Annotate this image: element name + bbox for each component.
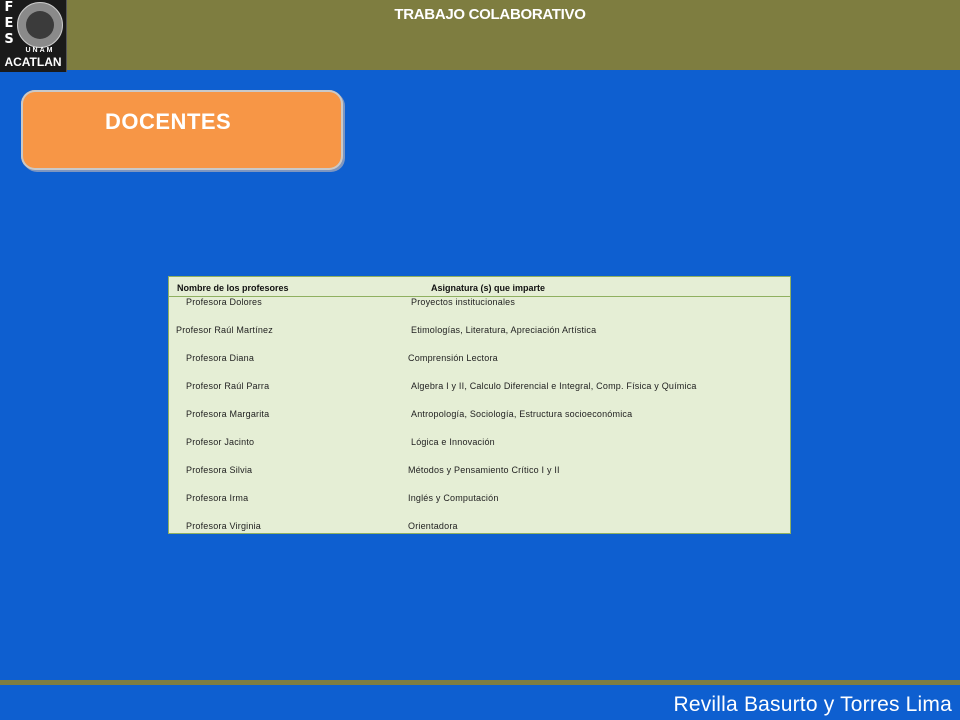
teachers-table: Nombre de los profesores Asignatura (s) …	[168, 276, 791, 534]
table-row: Profesora Margarita Antropología, Sociol…	[169, 409, 790, 423]
teacher-subject: Algebra I y II, Calculo Diferencial e In…	[411, 381, 697, 391]
teacher-name: Profesor Raúl Martínez	[176, 325, 273, 335]
table-row: Profesor Raúl Parra Algebra I y II, Calc…	[169, 381, 790, 395]
section-title: DOCENTES	[105, 109, 232, 134]
section-title-box: DOCENTES	[21, 90, 343, 170]
table-row: Profesora Virginia Orientadora	[169, 521, 790, 535]
logo-letter-f: F	[4, 0, 14, 15]
teacher-subject: Métodos y Pensamiento Crítico I y II	[408, 465, 560, 475]
logo-unam-text: UNAM	[25, 47, 55, 54]
teacher-subject: Comprensión Lectora	[408, 353, 498, 363]
teacher-subject: Orientadora	[408, 521, 458, 531]
teacher-name: Profesora Diana	[186, 353, 255, 363]
teacher-name: Profesora Virginia	[186, 521, 261, 531]
unam-seal-icon	[17, 2, 63, 48]
header-title: TRABAJO COLABORATIVO	[394, 6, 586, 23]
teacher-name: Profesora Irma	[186, 493, 249, 503]
fes-acatlan-logo: F E S UNAM ACATLAN	[0, 0, 67, 72]
table-row: Profesor Jacinto Lógica e Innovación	[169, 437, 790, 451]
footer-divider	[0, 680, 960, 685]
teacher-subject: Antropología, Sociología, Estructura soc…	[411, 409, 633, 419]
table-row: Profesora Diana Comprensión Lectora	[169, 353, 790, 367]
header-subject: Asignatura (s) que imparte	[431, 283, 546, 293]
teacher-subject: Proyectos institucionales	[411, 297, 516, 307]
teacher-name: Profesora Margarita	[186, 409, 270, 419]
teacher-name: Profesora Silvia	[186, 465, 253, 475]
teacher-subject: Lógica e Innovación	[411, 437, 495, 447]
table-header: Nombre de los profesores Asignatura (s) …	[169, 277, 790, 297]
table-row: Profesor Raúl Martínez Etimologías, Lite…	[169, 325, 790, 339]
logo-letter-s: S	[4, 32, 14, 47]
footer-authors: Revilla Basurto y Torres Lima	[673, 693, 952, 716]
teacher-name: Profesor Raúl Parra	[186, 381, 270, 391]
teacher-name: Profesor Jacinto	[186, 437, 255, 447]
logo-letters: F E S	[2, 0, 16, 48]
header-teacher-name: Nombre de los profesores	[177, 283, 289, 293]
table-row: Profesora Irma Inglés y Computación	[169, 493, 790, 507]
teacher-name: Profesora Dolores	[186, 297, 262, 307]
logo-acatlan-text: ACATLAN	[4, 55, 62, 69]
table-row: Profesora Dolores Proyectos instituciona…	[169, 297, 790, 311]
teacher-subject: Inglés y Computación	[408, 493, 499, 503]
teacher-subject: Etimologías, Literatura, Apreciación Art…	[411, 325, 597, 335]
table-row: Profesora Silvia Métodos y Pensamiento C…	[169, 465, 790, 479]
logo-letter-e: E	[4, 16, 14, 31]
